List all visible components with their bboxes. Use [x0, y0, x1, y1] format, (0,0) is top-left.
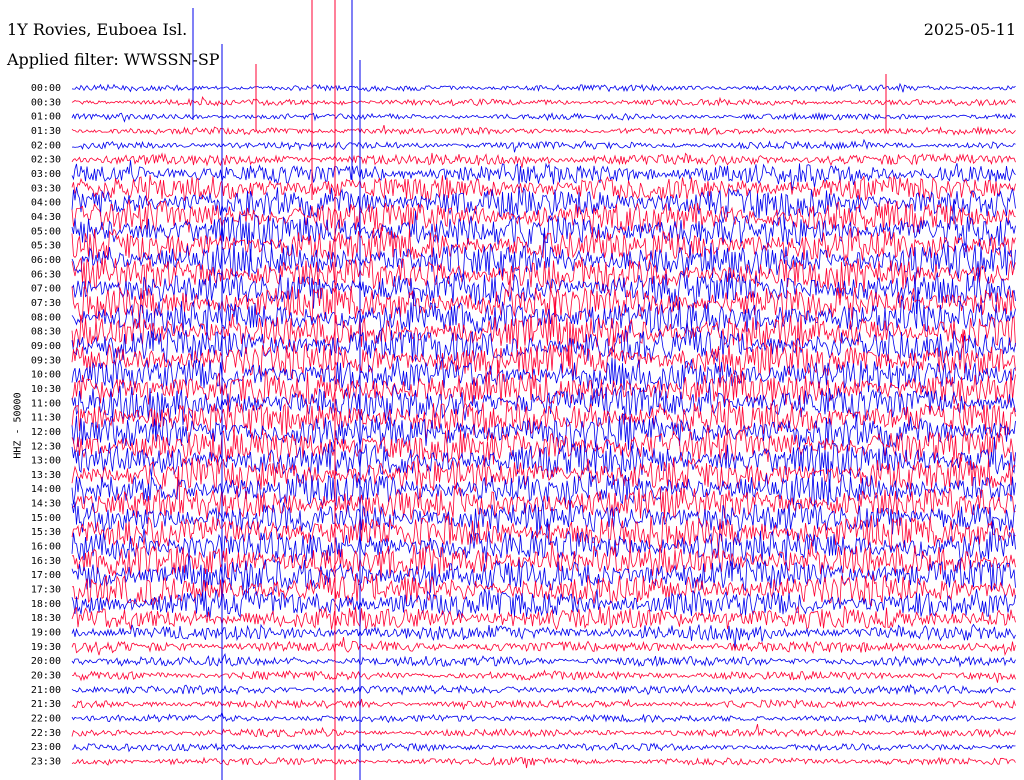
trace-5: [71, 152, 1016, 168]
row-time-label: 11:30: [31, 413, 61, 424]
trace-45: [71, 723, 1016, 738]
row-time-label: 07:00: [31, 284, 61, 295]
trace-16: [71, 286, 1016, 352]
helicorder-plot: 00:00 00:30 01:00 01:30 02:00 02:30 03:00 03:30…: [31, 0, 1016, 780]
row-time-label: 08:30: [31, 327, 61, 338]
trace-39: [71, 636, 1016, 657]
row-time-label: 23:00: [31, 742, 61, 753]
row-time-label: 17:00: [31, 570, 61, 581]
row-time-label: 00:00: [31, 83, 61, 94]
row-time-label: 05:00: [31, 226, 61, 237]
row-time-label: 08:00: [31, 312, 61, 323]
trace-4: [71, 138, 1016, 153]
row-time-label: 16:00: [31, 542, 61, 553]
row-time-label: 21:00: [31, 685, 61, 696]
row-time-label: 16:30: [31, 556, 61, 567]
row-time-label: 12:30: [31, 441, 61, 452]
row-time-label: 17:30: [31, 585, 61, 596]
row-time-label: 01:30: [31, 126, 61, 137]
row-time-label: 13:30: [31, 470, 61, 481]
trace-46: [71, 742, 1016, 753]
row-time-label: 10:30: [31, 384, 61, 395]
row-time-label: 02:00: [31, 140, 61, 151]
row-time-label: 23:30: [31, 757, 61, 768]
row-time-label: 02:30: [31, 155, 61, 166]
row-time-label: 03:30: [31, 183, 61, 194]
row-time-label: 10:00: [31, 370, 61, 381]
trace-41: [71, 669, 1016, 683]
row-time-label: 04:00: [31, 198, 61, 209]
row-time-label: 19:00: [31, 628, 61, 639]
trace-42: [71, 683, 1016, 696]
trace-44: [71, 710, 1016, 724]
row-time-label: 18:30: [31, 613, 61, 624]
trace-37: [71, 605, 1016, 631]
trace-1: [71, 96, 1016, 107]
row-time-label: 09:30: [31, 355, 61, 366]
row-time-label: 22:00: [31, 714, 61, 725]
row-time-label: 19:30: [31, 642, 61, 653]
row-time-label: 21:30: [31, 699, 61, 710]
row-time-label: 14:00: [31, 484, 61, 495]
row-time-label: 14:30: [31, 499, 61, 510]
row-time-label: 04:30: [31, 212, 61, 223]
trace-7: [71, 174, 1016, 202]
trace-0: [71, 82, 1016, 93]
row-time-label: 06:30: [31, 269, 61, 280]
row-time-label: 09:00: [31, 341, 61, 352]
row-time-label: 06:00: [31, 255, 61, 266]
row-time-label: 03:00: [31, 169, 61, 180]
row-time-label: 07:30: [31, 298, 61, 309]
row-time-label: 22:30: [31, 728, 61, 739]
row-time-label: 05:30: [31, 241, 61, 252]
row-time-label: 15:00: [31, 513, 61, 524]
row-time-label: 20:30: [31, 671, 61, 682]
trace-43: [71, 698, 1016, 710]
trace-2: [71, 111, 1016, 123]
row-time-label: 20:00: [31, 656, 61, 667]
row-time-label: 11:00: [31, 398, 61, 409]
row-time-label: 00:30: [31, 97, 61, 108]
row-time-label: 01:00: [31, 112, 61, 123]
trace-40: [71, 653, 1016, 668]
row-time-label: 15:30: [31, 527, 61, 538]
row-time-label: 13:00: [31, 456, 61, 467]
row-time-label: 12:00: [31, 427, 61, 438]
trace-3: [71, 124, 1016, 136]
trace-34: [71, 551, 1016, 602]
trace-47: [71, 756, 1016, 769]
row-time-label: 18:00: [31, 599, 61, 610]
